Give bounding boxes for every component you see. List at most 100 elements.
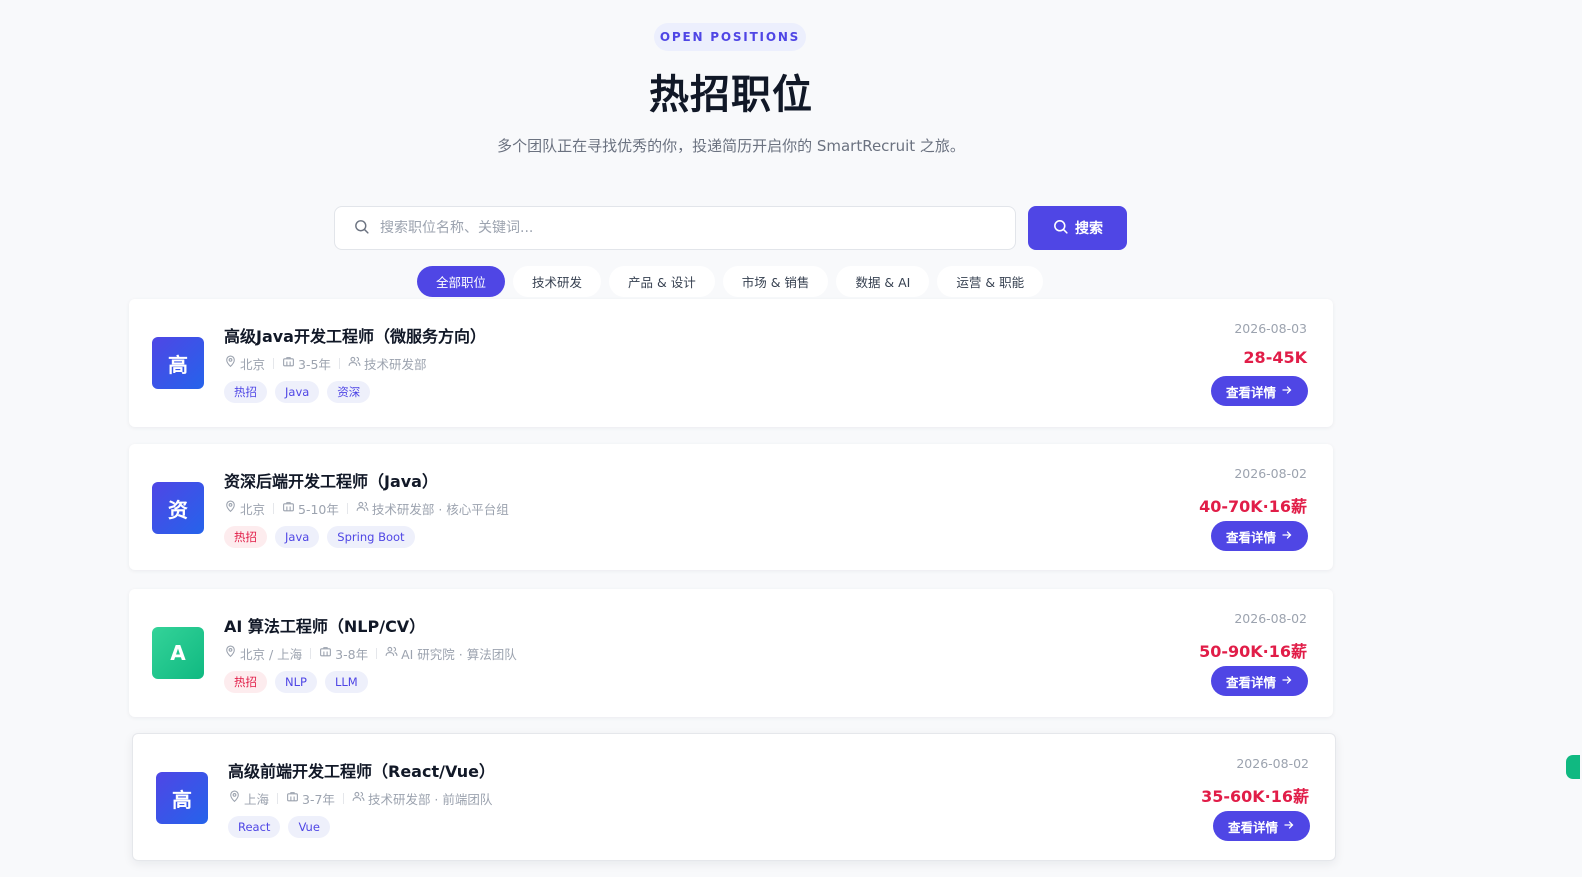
job-tag: Java xyxy=(275,381,320,403)
job-department: 技术研发部 · 核心平台组 xyxy=(371,501,509,517)
job-avatar: 高 xyxy=(152,337,204,389)
job-tags: 热招 NLP LLM xyxy=(224,671,368,693)
job-location: 上海 xyxy=(244,791,270,807)
job-date: 2026-08-02 xyxy=(1234,466,1307,481)
page-subtitle: 多个团队正在寻找优秀的你，投递简历开启你的 SmartRecruit 之旅。 xyxy=(497,137,965,155)
job-card[interactable]: 资 资深后端开发工程师（Java） 北京 5-10年 技术研发部 · 核心平台组… xyxy=(129,444,1333,570)
briefcase-icon xyxy=(286,790,299,806)
job-card[interactable]: 高 高级Java开发工程师（微服务方向） 北京 3-5年 技术研发部 热招 Ja… xyxy=(129,299,1333,427)
view-details-button[interactable]: 查看详情 xyxy=(1213,811,1310,841)
job-tag: Spring Boot xyxy=(327,526,415,548)
job-date: 2026-08-03 xyxy=(1234,321,1307,336)
job-tag: Java xyxy=(275,526,320,548)
job-title[interactable]: 高级Java开发工程师（微服务方向） xyxy=(224,323,486,347)
briefcase-icon xyxy=(282,355,295,371)
job-tag: LLM xyxy=(324,671,368,693)
location-pin-icon xyxy=(228,790,241,806)
job-avatar: 资 xyxy=(152,482,204,534)
job-location: 北京 xyxy=(240,501,266,517)
view-details-label: 查看详情 xyxy=(1225,384,1276,400)
filter-chip-tech[interactable]: 技术研发 xyxy=(513,266,602,297)
job-tag: NLP xyxy=(275,671,317,693)
job-meta: 北京 5-10年 技术研发部 · 核心平台组 xyxy=(224,500,509,517)
job-meta: 上海 3-7年 技术研发部 · 前端团队 xyxy=(228,790,493,807)
filter-chip-operations[interactable]: 运营 & 职能 xyxy=(937,266,1044,297)
job-tag-hot: 热招 xyxy=(224,671,267,693)
job-date: 2026-08-02 xyxy=(1234,611,1307,626)
filter-chip-product-design[interactable]: 产品 & 设计 xyxy=(609,266,715,297)
job-salary: 28-45K xyxy=(1243,348,1307,367)
meta-divider xyxy=(342,792,344,804)
job-card[interactable]: 高 高级前端开发工程师（React/Vue） 上海 3-7年 技术研发部 · 前… xyxy=(132,733,1336,861)
arrow-right-icon xyxy=(1281,674,1293,689)
view-details-label: 查看详情 xyxy=(1225,529,1276,545)
filter-chip-all[interactable]: 全部职位 xyxy=(417,266,506,297)
job-meta: 北京 3-5年 技术研发部 xyxy=(224,355,427,372)
arrow-right-icon xyxy=(1281,384,1293,399)
search-button[interactable]: 搜索 xyxy=(1028,206,1127,250)
open-positions-badge: OPEN POSITIONS xyxy=(654,23,806,51)
job-tag: 热招 xyxy=(224,381,267,403)
job-avatar: A xyxy=(152,627,204,679)
floating-widget-handle[interactable] xyxy=(1566,755,1580,779)
job-department: AI 研究院 · 算法团队 xyxy=(401,646,517,662)
view-details-label: 查看详情 xyxy=(1227,819,1278,835)
location-pin-icon xyxy=(224,355,237,371)
search-icon xyxy=(353,218,370,239)
view-details-button[interactable]: 查看详情 xyxy=(1211,521,1308,551)
job-avatar: 高 xyxy=(156,772,208,824)
job-tag: React xyxy=(228,816,281,838)
location-pin-icon xyxy=(224,500,237,516)
job-title[interactable]: 资深后端开发工程师（Java） xyxy=(224,468,438,492)
search-input[interactable] xyxy=(380,220,980,236)
category-filter-bar: 全部职位 技术研发 产品 & 设计 市场 & 销售 数据 & AI 运营 & 职… xyxy=(417,266,1044,297)
job-location: 北京 xyxy=(240,356,266,372)
meta-divider xyxy=(346,502,348,514)
job-salary: 35-60K·16薪 xyxy=(1201,787,1309,806)
team-icon xyxy=(348,355,361,371)
job-experience: 3-8年 xyxy=(335,646,369,662)
meta-divider xyxy=(273,357,275,369)
location-pin-icon xyxy=(224,645,237,661)
job-title[interactable]: 高级前端开发工程师（React/Vue） xyxy=(228,758,495,782)
filter-chip-data-ai[interactable]: 数据 & AI xyxy=(836,266,930,297)
job-tag-hot: 热招 xyxy=(224,526,267,548)
job-experience: 3-7年 xyxy=(302,791,335,807)
job-tag: Vue xyxy=(288,816,330,838)
meta-divider xyxy=(338,357,340,369)
job-tags: 热招 Java Spring Boot xyxy=(224,526,415,548)
search-button-label: 搜索 xyxy=(1075,221,1103,237)
meta-divider xyxy=(376,647,378,659)
search-bar xyxy=(334,206,1016,250)
view-details-button[interactable]: 查看详情 xyxy=(1211,376,1308,406)
job-meta: 北京 / 上海 3-8年 AI 研究院 · 算法团队 xyxy=(224,645,517,662)
team-icon xyxy=(352,790,365,806)
job-tags: React Vue xyxy=(228,816,330,838)
team-icon xyxy=(356,500,369,516)
meta-divider xyxy=(273,502,275,514)
job-date: 2026-08-02 xyxy=(1236,756,1309,771)
job-salary: 50-90K·16薪 xyxy=(1199,642,1307,661)
search-icon xyxy=(1052,218,1069,239)
briefcase-icon xyxy=(319,645,332,661)
job-salary: 40-70K·16薪 xyxy=(1199,497,1307,516)
job-card[interactable]: A AI 算法工程师（NLP/CV） 北京 / 上海 3-8年 AI 研究院 ·… xyxy=(129,589,1333,717)
filter-chip-marketing-sales[interactable]: 市场 & 销售 xyxy=(722,266,829,297)
meta-divider xyxy=(310,647,312,659)
page-title: 热招职位 xyxy=(649,72,813,118)
job-tags: 热招 Java 资深 xyxy=(224,381,371,403)
job-experience: 5-10年 xyxy=(298,501,339,517)
meta-divider xyxy=(277,792,279,804)
arrow-right-icon xyxy=(1283,819,1295,834)
view-details-label: 查看详情 xyxy=(1225,674,1276,690)
briefcase-icon xyxy=(282,500,295,516)
job-department: 技术研发部 · 前端团队 xyxy=(367,791,493,807)
job-tag: 资深 xyxy=(327,381,371,403)
team-icon xyxy=(385,645,398,661)
view-details-button[interactable]: 查看详情 xyxy=(1211,666,1308,696)
job-location: 北京 / 上海 xyxy=(240,646,303,662)
job-department: 技术研发部 xyxy=(363,356,427,372)
job-experience: 3-5年 xyxy=(298,356,331,372)
arrow-right-icon xyxy=(1281,529,1293,544)
job-title[interactable]: AI 算法工程师（NLP/CV） xyxy=(224,613,425,637)
